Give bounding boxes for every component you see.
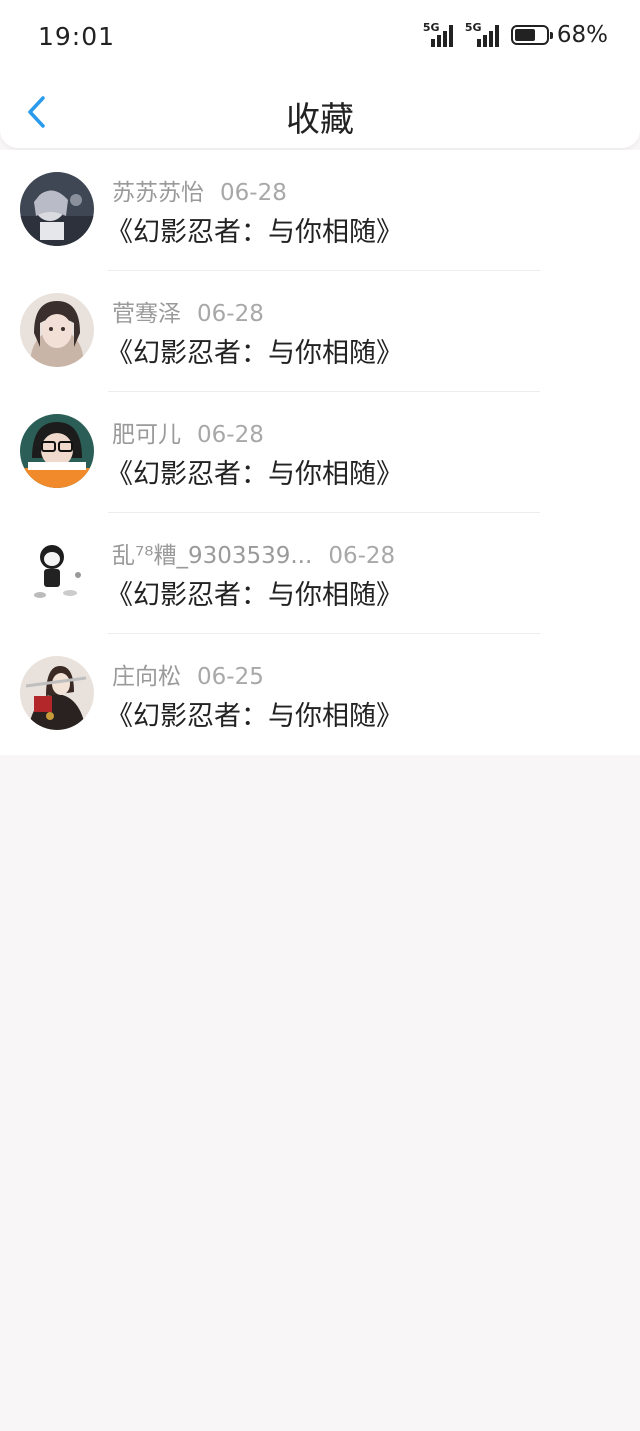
avatar[interactable] [20,172,94,246]
list-item[interactable]: 苏苏苏怡 06-28 《幻影忍者：与你相随》 [0,150,640,271]
avatar[interactable] [20,656,94,730]
item-date: 06-28 [328,543,396,569]
user-name[interactable]: 乱⁷⁸糟_9303539... [112,543,312,569]
user-name[interactable]: 苏苏苏怡 [112,180,204,206]
avatar[interactable] [20,293,94,367]
battery-icon [510,25,553,45]
item-title[interactable]: 《幻影忍者：与你相随》 [106,694,403,733]
user-name[interactable]: 庄向松 [112,664,181,690]
item-date: 06-25 [197,664,264,690]
signal-tag: 5G [422,21,440,34]
item-meta: 菅骞泽 06-28 [112,294,264,328]
status-bar: 19:01 5G 5G 68% [0,0,640,76]
item-title[interactable]: 《幻影忍者：与你相随》 [106,210,403,249]
item-title[interactable]: 《幻影忍者：与你相随》 [106,331,403,370]
avatar[interactable] [20,414,94,488]
item-meta: 庄向松 06-25 [112,657,264,691]
item-meta: 肥可儿 06-28 [112,415,264,449]
list-item[interactable]: 菅骞泽 06-28 《幻影忍者：与你相随》 [0,271,640,392]
favorites-list: 苏苏苏怡 06-28 《幻影忍者：与你相随》 菅骞泽 06-28 《幻影忍者：与你相… [0,150,640,755]
list-item[interactable]: 乱⁷⁸糟_9303539... 06-28 《幻影忍者：与你相随》 [0,513,640,634]
nav-bar: 收藏 [0,76,640,148]
item-date: 06-28 [197,301,264,327]
item-title[interactable]: 《幻影忍者：与你相随》 [106,452,403,491]
status-icons: 5G 5G 68% [422,21,608,48]
item-title[interactable]: 《幻影忍者：与你相随》 [106,573,403,612]
user-name[interactable]: 菅骞泽 [112,301,181,327]
user-name[interactable]: 肥可儿 [112,422,181,448]
signal-icon: 5G [422,21,457,47]
status-time: 19:01 [38,22,116,51]
item-meta: 乱⁷⁸糟_9303539... 06-28 [112,536,395,570]
list-item[interactable]: 庄向松 06-25 《幻影忍者：与你相随》 [0,634,640,755]
item-meta: 苏苏苏怡 06-28 [112,173,287,207]
list-item[interactable]: 肥可儿 06-28 《幻影忍者：与你相随》 [0,392,640,513]
item-date: 06-28 [220,180,287,206]
avatar[interactable] [20,535,94,609]
item-date: 06-28 [197,422,264,448]
signal-icon-2: 5G [464,21,503,47]
signal-tag-2: 5G [464,21,482,34]
page-title: 收藏 [286,100,354,140]
battery-percent: 68% [556,22,608,48]
